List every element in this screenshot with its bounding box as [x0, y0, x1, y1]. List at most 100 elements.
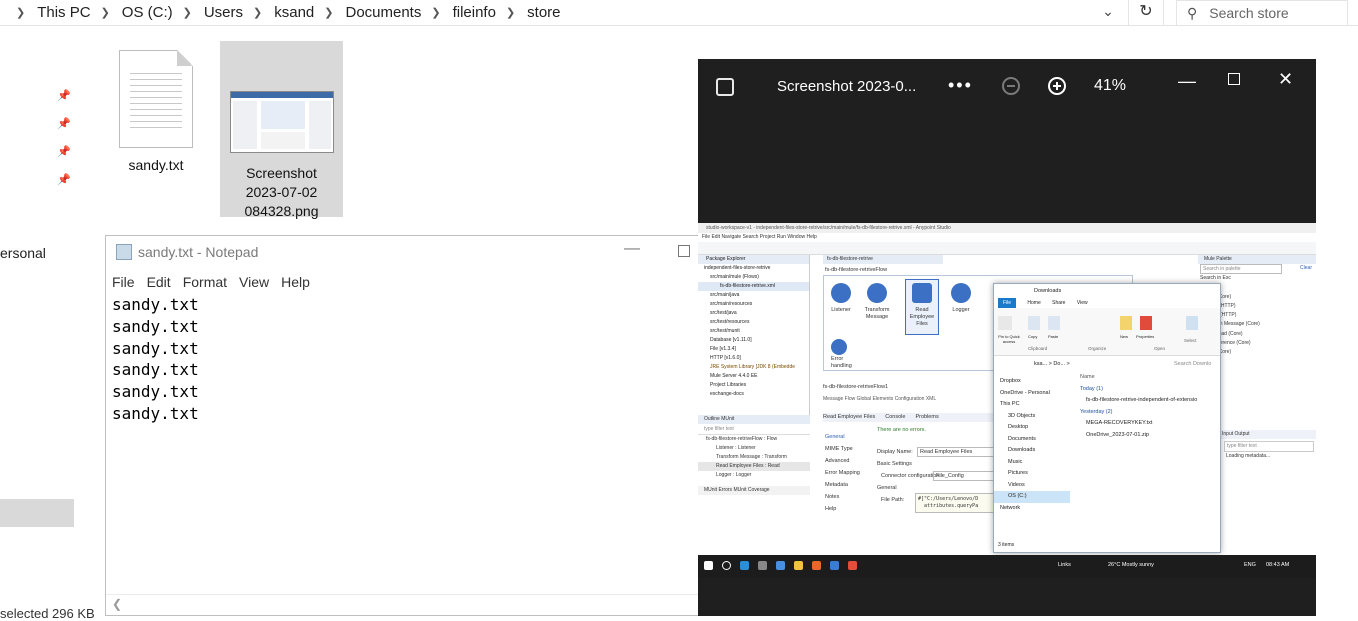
group-label: Clipboard	[1028, 346, 1048, 351]
horizontal-scrollbar[interactable]: ❮	[106, 594, 698, 615]
tree-item: Database [v1.11.0]	[710, 337, 752, 343]
chevron-right-icon[interactable]: ❯	[101, 6, 110, 19]
chevron-right-icon[interactable]: ❯	[431, 6, 440, 19]
sidebar-item-onedrive[interactable]: ersonal	[0, 245, 46, 261]
breadcrumb-os-c[interactable]: OS (C:)	[122, 4, 173, 21]
tree-item: Listener : Listener	[716, 445, 756, 451]
chevron-right-icon[interactable]: ❯	[506, 6, 515, 19]
window-title: Screenshot 2023-0...	[777, 78, 917, 95]
zoom-level: 41%	[1094, 77, 1127, 94]
display-name-field: Read Employee Files	[917, 447, 995, 457]
breadcrumb-this-pc[interactable]: This PC	[37, 4, 90, 21]
tree-item: Dropbox	[1000, 378, 1021, 384]
text-line: sandy.txt	[112, 360, 199, 380]
filter-input: type filter text	[1224, 441, 1314, 452]
text-line: sandy.txt	[112, 295, 199, 314]
maximize-icon[interactable]	[678, 245, 690, 257]
tree-item: OneDrive - Personal	[1000, 389, 1050, 396]
clear-link: Clear	[1300, 265, 1312, 271]
breadcrumb-fileinfo[interactable]: fileinfo	[453, 4, 496, 21]
metadata-panel: Input Output type filter text Loading me…	[1218, 430, 1316, 490]
list-item: fs-db-filestore-retrive-independent-of-e…	[1086, 397, 1198, 403]
minimize-icon[interactable]: —	[624, 241, 640, 257]
chevron-right-icon[interactable]: ❯	[324, 6, 333, 19]
folder-icon	[794, 561, 803, 570]
filter-input: type filter text	[698, 424, 810, 435]
breadcrumb-documents[interactable]: Documents	[345, 4, 421, 21]
breadcrumb: ❯ This PC ❯ OS (C:) ❯ Users ❯ ksand ❯ Do…	[0, 0, 561, 24]
close-icon[interactable]: ✕	[1278, 69, 1293, 90]
image-thumbnail	[229, 91, 334, 153]
tree-item: src/main/mule (Flows)	[710, 274, 759, 280]
file-item-sandy-txt[interactable]: sandy.txt	[110, 44, 202, 184]
maximize-icon[interactable]	[1228, 73, 1240, 85]
text-editor[interactable]: sandy.txt sandy.txt sandy.txt sandy.txt …	[112, 294, 199, 425]
more-options-icon[interactable]: •••	[948, 75, 973, 96]
text-line: sandy.txt	[112, 316, 199, 336]
menu-format[interactable]: Format	[177, 271, 233, 293]
notepad-icon	[116, 244, 132, 260]
address-bar: ksa... > Do... > Search Downlo	[994, 358, 1220, 370]
tree-item: JRE System Library [JDK 8 (Embedde	[710, 364, 796, 370]
group-header: Yesterday (2)	[1080, 408, 1113, 415]
group-label: Open	[1154, 346, 1166, 351]
menu-view[interactable]: View	[233, 271, 275, 293]
menu-edit[interactable]: Edit	[141, 271, 177, 293]
tree-item: Pictures	[1008, 470, 1028, 476]
sidebar-item-selected[interactable]	[0, 499, 74, 527]
pin-icon[interactable]: 📌	[57, 117, 71, 130]
group-header: Today (1)	[1080, 385, 1103, 392]
ribbon-tab-file: File	[998, 298, 1016, 308]
taskbar: Links 26°C Mostly sunny ENG 08:43 AM	[698, 555, 1316, 578]
palette-item: Search in Exc	[1200, 275, 1231, 281]
package-explorer: Package Explorer independent-files-store…	[698, 255, 810, 415]
editor-tabs: Message Flow Global Elements Configurati…	[823, 396, 937, 402]
chevron-down-icon[interactable]: ⌄	[1096, 0, 1120, 24]
tree-item: Desktop	[1008, 424, 1029, 430]
breadcrumb-users[interactable]: Users	[204, 4, 243, 21]
pin-icon[interactable]: 📌	[57, 173, 71, 186]
language: ENG	[1244, 562, 1256, 568]
file-item-screenshot-png[interactable]: Screenshot 2023-07-02 084328.png	[220, 41, 343, 219]
menu-file[interactable]: File	[106, 271, 141, 293]
pin-icon[interactable]: 📌	[57, 145, 71, 158]
transform-node-icon	[867, 283, 887, 303]
list-item: OneDrive_2023-07-01.zip	[1086, 431, 1149, 438]
windows-start-icon	[704, 561, 713, 570]
tree-item: Project Libraries	[710, 382, 747, 388]
search-icon: ⚲	[1187, 4, 1198, 21]
field-label: Connector configuration:	[881, 473, 941, 479]
menu-help[interactable]: Help	[275, 271, 316, 293]
chrome-icon	[776, 561, 785, 570]
tree-item: HTTP [v1.6.0]	[710, 355, 741, 361]
chevron-right-icon[interactable]: ❯	[183, 6, 192, 19]
ribbon-tab-view: View	[1076, 300, 1088, 306]
refresh-icon[interactable]: ↻	[1128, 0, 1164, 26]
breadcrumb-ksand[interactable]: ksand	[274, 4, 314, 21]
read-node-icon	[912, 283, 932, 303]
node-label: Listener	[831, 307, 851, 313]
chevron-left-icon[interactable]: ❮	[112, 597, 122, 611]
image-icon[interactable]	[716, 78, 734, 96]
search-input[interactable]: ⚲ Search store	[1176, 0, 1348, 26]
ide-toolbar	[698, 242, 1316, 255]
tree-item: Logger : Logger	[716, 472, 752, 478]
window-title: Downloads	[1034, 288, 1062, 294]
status-bar-text: selected 296 KB	[0, 606, 95, 621]
zoom-out-icon[interactable]	[1002, 77, 1020, 95]
pin-icon[interactable]: 📌	[57, 89, 71, 102]
title-bar[interactable]: sandy.txt - Notepad	[106, 236, 698, 268]
select-icon	[1186, 316, 1198, 330]
minimize-icon[interactable]: —	[1178, 71, 1196, 92]
chevron-right-icon[interactable]: ❯	[253, 6, 262, 19]
copy-icon	[1028, 316, 1040, 330]
window-title: sandy.txt - Notepad	[138, 244, 259, 260]
tree-item: src/test/java	[710, 310, 737, 316]
tree-item: Transform Message : Transform	[716, 454, 787, 460]
breadcrumb-store[interactable]: store	[527, 4, 560, 21]
editor-tab: fs-db-filestore-retrive	[823, 255, 943, 264]
chrome-icon	[848, 561, 857, 570]
tree-item: Read Employee Files : Read	[698, 462, 810, 471]
zoom-in-icon[interactable]	[1048, 77, 1066, 95]
palette-search: Search in palette	[1200, 264, 1282, 274]
